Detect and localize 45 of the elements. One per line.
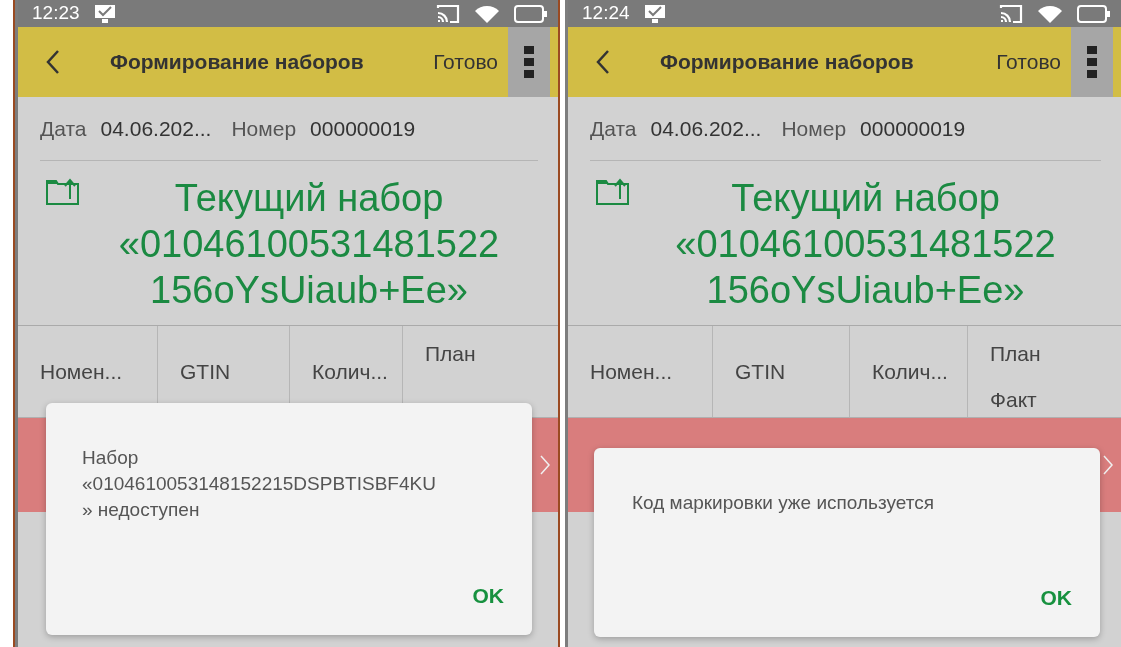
status-time: 12:23 [32, 1, 80, 26]
ok-button[interactable]: OK [472, 579, 504, 611]
dialog-message: Набор «0104610053148152215DSPBTISBF4KU » недоступен [82, 446, 437, 522]
column-header-text: План [990, 341, 1042, 367]
screen-title: Формирование наборов [110, 49, 364, 76]
back-icon [596, 49, 610, 75]
back-icon [46, 49, 60, 75]
field-label: Дата [40, 115, 87, 142]
field-label: Номер [781, 115, 847, 142]
field-value: 000000019 [310, 115, 416, 142]
menu-icon [524, 46, 534, 78]
column-header-text: Номен... [40, 358, 124, 385]
column-header-text: Факт [990, 386, 1038, 413]
screen-title: Формирование наборов [660, 49, 914, 76]
status-time: 12:24 [582, 1, 630, 26]
column-header-text: GTIN [180, 358, 232, 385]
field-value: 000000019 [860, 115, 966, 142]
notification-icon [643, 3, 666, 24]
battery-icon [1077, 4, 1111, 23]
column-header-text: Номен... [590, 358, 674, 385]
field-value: 04.06.202... [650, 115, 762, 142]
battery-icon [514, 4, 548, 23]
current-set-title: Текущий набор «01046100531481522 156oYsUiaub+Ee» [674, 176, 1057, 313]
done-button[interactable]: Готово [433, 46, 498, 78]
column-header-text: План [425, 341, 477, 367]
notification-icon [93, 3, 116, 24]
field-label: Дата [590, 115, 637, 142]
menu-icon [1087, 46, 1097, 78]
menu-button[interactable] [1071, 27, 1113, 97]
ok-button[interactable]: OK [1040, 581, 1072, 613]
wifi-icon [474, 3, 500, 24]
menu-button[interactable] [508, 27, 550, 97]
cast-icon [436, 3, 460, 24]
chevron-right-icon [540, 455, 550, 475]
field-label: Номер [231, 115, 297, 142]
column-header-text: Колич... [312, 358, 389, 385]
column-header-text: Колич... [872, 358, 949, 385]
cast-icon [999, 3, 1023, 24]
wifi-icon [1037, 3, 1063, 24]
chevron-right-icon [1103, 455, 1113, 475]
column-header-text: GTIN [735, 358, 787, 385]
done-button[interactable]: Готово [996, 46, 1061, 78]
field-value: 04.06.202... [100, 115, 212, 142]
current-set-title: Текущий набор «01046100531481522 156oYsUiaub+Ee» [117, 176, 501, 313]
dialog-message: Код маркировки уже используется [632, 491, 935, 515]
